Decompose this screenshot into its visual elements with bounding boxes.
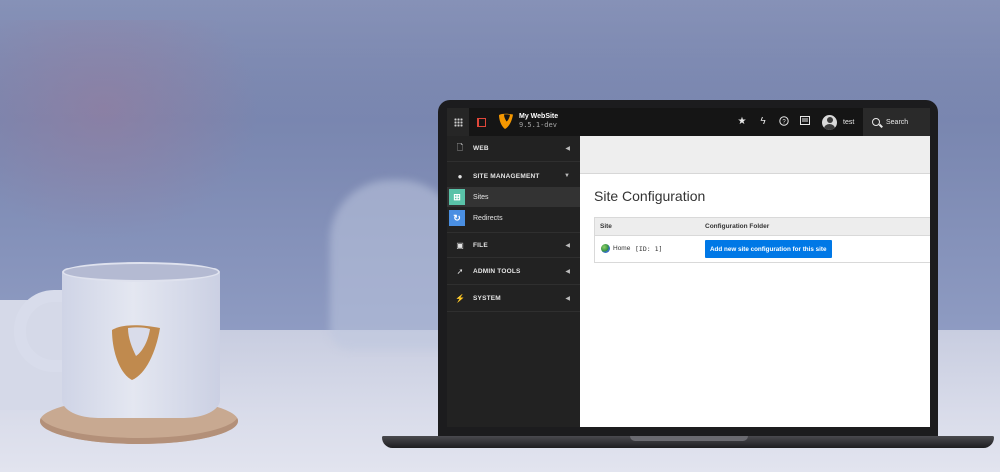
bookmark-star-icon[interactable]: ★	[736, 116, 748, 128]
background-blur	[0, 20, 260, 240]
mug-rim	[62, 262, 220, 282]
page-title: Site Configuration	[594, 188, 706, 204]
module-menu-toggle[interactable]	[447, 108, 469, 136]
clear-cache-flash-icon[interactable]: ϟ	[757, 116, 769, 128]
collapse-caret-icon: ◀	[565, 296, 570, 302]
module-group-web[interactable]: 🗋 WEB ◀	[447, 136, 580, 162]
image-icon: ▣	[456, 240, 464, 250]
module-group-label: WEB	[473, 145, 489, 152]
rocket-icon: ➚	[456, 267, 464, 276]
page-icon: 🗋	[456, 142, 464, 152]
user-name: test	[843, 118, 855, 126]
globe-icon	[601, 244, 610, 253]
search-label: Search	[886, 118, 909, 126]
sidebar-item-label: Redirects	[473, 214, 503, 222]
table-header-row: Site Configuration Folder	[595, 218, 930, 236]
module-group-label: SYSTEM	[473, 295, 501, 302]
avatar	[822, 114, 837, 130]
user-menu[interactable]: test	[822, 108, 854, 136]
add-site-configuration-button[interactable]: Add new site configuration for this site	[705, 240, 832, 258]
module-sidebar: 🗋 WEB ◀ ● SITE MANAGEMENT ▼ ⊞ Sites ↻ Re…	[447, 136, 580, 427]
main-content: Site Configuration Site Configuration Fo…	[580, 175, 930, 427]
system-information-icon[interactable]	[799, 116, 811, 128]
collapse-caret-icon: ◀	[565, 146, 570, 152]
column-header-site: Site	[600, 223, 612, 230]
module-group-label: ADMIN TOOLS	[473, 268, 521, 275]
typo3-mug-logo-icon	[112, 325, 160, 380]
redirect-icon: ↻	[449, 210, 465, 226]
site-version: 9.5.1-dev	[519, 121, 557, 129]
doc-header	[580, 136, 930, 174]
module-group-site-management[interactable]: ● SITE MANAGEMENT ▼	[447, 163, 580, 189]
globe-icon: ●	[457, 171, 463, 181]
site-name: My WebSite	[519, 113, 559, 120]
module-group-admin-tools[interactable]: ➚ ADMIN TOOLS ◀	[447, 259, 580, 285]
sidebar-item-sites[interactable]: ⊞ Sites	[447, 187, 580, 207]
laptop-screen: My WebSite 9.5.1-dev ★ ϟ ? test Search 🗋…	[447, 108, 930, 427]
help-icon[interactable]: ?	[778, 116, 790, 128]
topbar: My WebSite 9.5.1-dev ★ ϟ ? test Search	[447, 108, 930, 136]
list-icon	[800, 116, 810, 125]
page-tree-icon	[476, 117, 486, 127]
sidebar-item-label: Sites	[473, 193, 489, 201]
module-group-system[interactable]: ⚡ SYSTEM ◀	[447, 286, 580, 312]
plug-icon: ⚡	[455, 294, 465, 303]
sites-icon: ⊞	[449, 189, 465, 205]
expand-caret-icon: ▼	[564, 173, 570, 179]
apps-grid-icon	[453, 117, 463, 127]
site-name-cell: Home	[613, 245, 631, 252]
table-row: Home [ID: 1] Add new site configuration …	[595, 236, 930, 262]
module-group-file[interactable]: ▣ FILE ◀	[447, 232, 580, 258]
laptop-notch	[630, 436, 748, 441]
module-group-label: FILE	[473, 241, 488, 249]
typo3-logo-icon	[499, 113, 513, 129]
collapse-caret-icon: ◀	[565, 269, 570, 275]
collapse-caret-icon: ◀	[565, 242, 570, 249]
module-group-label: SITE MANAGEMENT	[473, 172, 540, 180]
site-logo-area[interactable]: My WebSite 9.5.1-dev	[499, 113, 558, 129]
site-table: Site Configuration Folder Home [ID: 1] A…	[594, 217, 930, 263]
search-icon	[872, 118, 880, 126]
help-circle-icon: ?	[779, 116, 789, 126]
site-id-cell: [ID: 1]	[635, 245, 663, 253]
column-header-config-folder: Configuration Folder	[705, 223, 770, 230]
search-button[interactable]: Search	[863, 108, 930, 136]
sidebar-item-redirects[interactable]: ↻ Redirects	[447, 208, 580, 228]
page-tree-toggle[interactable]	[471, 108, 491, 136]
